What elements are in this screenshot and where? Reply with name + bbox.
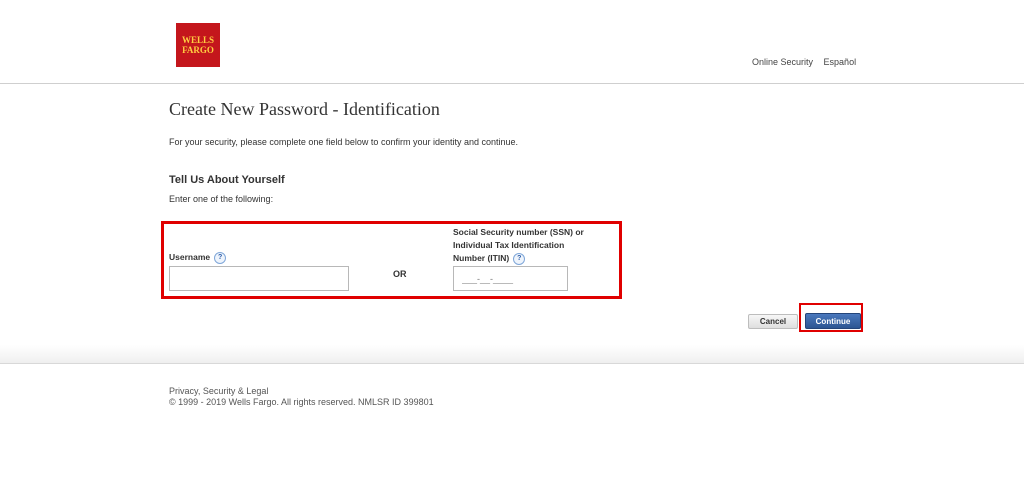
page-title: Create New Password - Identification bbox=[169, 99, 440, 119]
online-security-link[interactable]: Online Security bbox=[752, 57, 813, 67]
ssn-help-icon[interactable]: ? bbox=[513, 252, 526, 265]
wells-fargo-logo[interactable]: WELLS FARGO bbox=[176, 23, 220, 67]
section-title: Tell Us About Yourself bbox=[169, 174, 285, 186]
header: WELLS FARGO Online Security Español bbox=[0, 0, 1024, 84]
top-links: Online Security Español bbox=[752, 57, 864, 67]
espanol-link[interactable]: Español bbox=[824, 57, 857, 67]
ssn-label-line1: Social Security number (SSN) or bbox=[453, 227, 584, 237]
section-subtitle: Enter one of the following: bbox=[169, 194, 274, 204]
or-separator: OR bbox=[393, 269, 407, 279]
copyright-text: © 1999 - 2019 Wells Fargo. All rights re… bbox=[169, 397, 434, 407]
footer: Privacy, Security & Legal © 1999 - 2019 … bbox=[169, 386, 434, 408]
ssn-label-line3: Number (ITIN) bbox=[453, 253, 510, 263]
cancel-button[interactable]: Cancel bbox=[748, 314, 798, 329]
logo-text-line1: WELLS bbox=[181, 35, 214, 45]
footer-divider-band bbox=[0, 345, 1024, 364]
ssn-label-line2: Individual Tax Identification bbox=[453, 240, 565, 250]
continue-button[interactable]: Continue bbox=[805, 313, 861, 329]
username-label-text: Username bbox=[169, 252, 211, 262]
username-help-icon[interactable]: ? bbox=[214, 251, 227, 264]
intro-text: For your security, please complete one f… bbox=[169, 137, 519, 147]
ssn-input[interactable] bbox=[453, 266, 568, 291]
ssn-label: Social Security number (SSN) or Individu… bbox=[453, 226, 584, 265]
username-label: Username? bbox=[169, 251, 227, 264]
logo-text-line2: FARGO bbox=[182, 45, 214, 55]
username-input[interactable] bbox=[169, 266, 349, 291]
privacy-security-legal-link[interactable]: Privacy, Security & Legal bbox=[169, 386, 268, 396]
